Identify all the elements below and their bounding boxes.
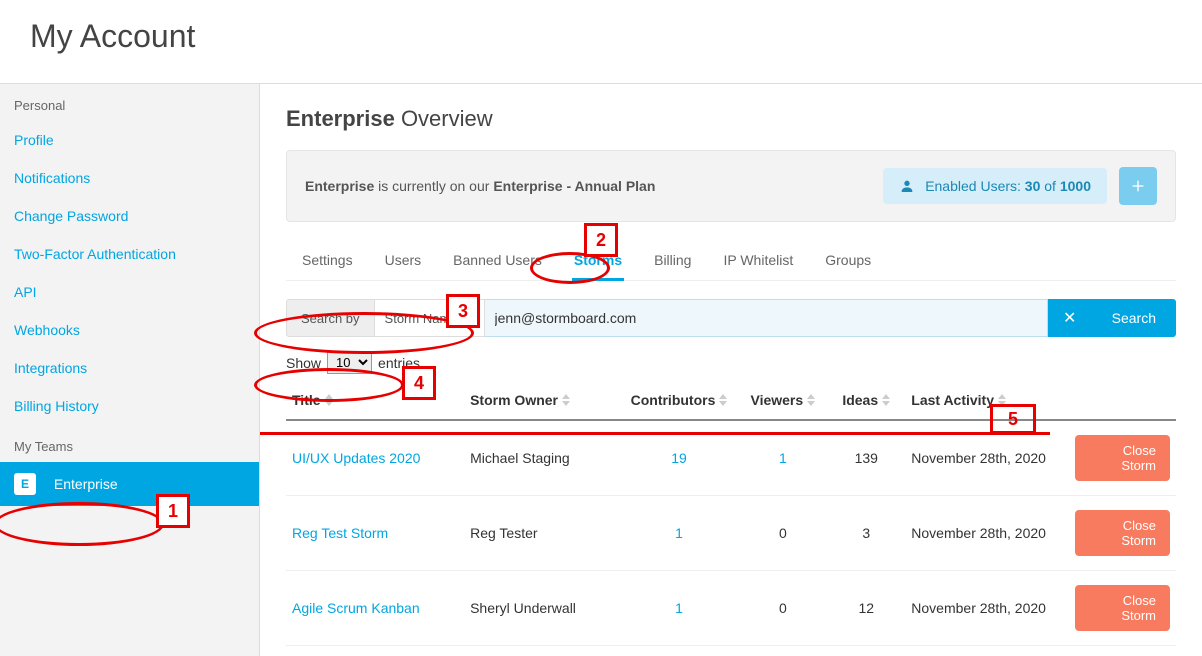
- sidebar: Personal Profile Notifications Change Pa…: [0, 84, 260, 656]
- cell-title: UI/UX Updates 2020: [286, 420, 464, 496]
- tab-ip-whitelist[interactable]: IP Whitelist: [721, 244, 795, 280]
- cell-viewers: 0: [738, 571, 827, 646]
- cell-contributors[interactable]: 1: [620, 496, 739, 571]
- cell-title: Reg Test Storm: [286, 496, 464, 571]
- annotation-ellipse-1: [0, 502, 164, 546]
- tabs: Settings Users Banned Users Storms Billi…: [286, 244, 1176, 281]
- close-storm-button[interactable]: Close Storm: [1075, 585, 1170, 631]
- cell-ideas: 3: [827, 496, 905, 571]
- tab-users[interactable]: Users: [383, 244, 424, 280]
- col-viewers[interactable]: Viewers: [738, 384, 827, 420]
- show-label-post: entries: [378, 355, 420, 371]
- team-label: Enterprise: [54, 476, 118, 492]
- enabled-of: of: [1040, 178, 1059, 194]
- chevron-down-icon: [464, 313, 474, 323]
- cell-last-activity: November 28th, 2020: [905, 420, 1069, 496]
- table-row: Agile Scrum Kanban Sheryl Underwall1012No…: [286, 571, 1176, 646]
- sidebar-item-webhooks[interactable]: Webhooks: [0, 311, 259, 349]
- show-entries-row: Show 10 entries: [286, 351, 1176, 374]
- sidebar-section-teams: My Teams: [0, 429, 259, 462]
- tab-settings[interactable]: Settings: [300, 244, 355, 280]
- cell-owner: Michael Staging: [464, 420, 619, 496]
- table-row: Reg Test Storm Reg Tester103November 28th…: [286, 496, 1176, 571]
- sidebar-item-api[interactable]: API: [0, 273, 259, 311]
- search-by-value: Storm Name: [385, 311, 458, 326]
- col-contributors[interactable]: Contributors: [620, 384, 739, 420]
- search-by-label: Search by: [286, 299, 375, 337]
- col-ideas[interactable]: Ideas: [827, 384, 905, 420]
- cell-contributors[interactable]: 19: [620, 420, 739, 496]
- overview-title-strong: Enterprise: [286, 106, 395, 131]
- storm-link[interactable]: UI/UX Updates 2020: [292, 450, 420, 466]
- enabled-users-pill[interactable]: Enabled Users: 30 of 1000: [883, 168, 1107, 204]
- close-storm-button[interactable]: Close Storm: [1075, 435, 1170, 481]
- sidebar-item-notifications[interactable]: Notifications: [0, 159, 259, 197]
- cell-ideas: 12: [827, 571, 905, 646]
- plan-mid: is currently on our: [374, 178, 493, 194]
- sidebar-item-team-enterprise[interactable]: E Enterprise: [0, 462, 259, 506]
- cell-viewers: 0: [738, 496, 827, 571]
- cell-last-activity: November 28th, 2020: [905, 571, 1069, 646]
- search-button[interactable]: Search: [1092, 299, 1176, 337]
- close-storm-button[interactable]: Close Storm: [1075, 510, 1170, 556]
- plan-name: Enterprise - Annual Plan: [493, 178, 655, 194]
- storms-table: Title Storm Owner Contributors Viewers I…: [286, 384, 1176, 646]
- page-title: My Account: [30, 18, 1172, 55]
- sidebar-item-two-factor[interactable]: Two-Factor Authentication: [0, 235, 259, 273]
- cell-ideas: 139: [827, 420, 905, 496]
- storm-link[interactable]: Agile Scrum Kanban: [292, 600, 420, 616]
- sidebar-item-profile[interactable]: Profile: [0, 121, 259, 159]
- tab-groups[interactable]: Groups: [823, 244, 873, 280]
- page-header: My Account: [0, 0, 1202, 84]
- sidebar-item-integrations[interactable]: Integrations: [0, 349, 259, 387]
- enabled-total: 1000: [1060, 178, 1091, 194]
- plus-icon: [1130, 178, 1146, 194]
- plan-bar: Enterprise is currently on our Enterpris…: [286, 150, 1176, 222]
- plan-text: Enterprise is currently on our Enterpris…: [305, 178, 655, 194]
- search-input[interactable]: [485, 299, 1048, 337]
- cell-contributors[interactable]: 1: [620, 571, 739, 646]
- main-content: Enterprise Overview Enterprise is curren…: [260, 84, 1202, 656]
- cell-title: Agile Scrum Kanban: [286, 571, 464, 646]
- user-icon: [899, 178, 915, 194]
- team-badge: E: [14, 473, 36, 495]
- tab-banned-users[interactable]: Banned Users: [451, 244, 544, 280]
- show-entries-select[interactable]: 10: [327, 351, 372, 374]
- search-by-select[interactable]: Storm Name: [375, 299, 485, 337]
- show-label-pre: Show: [286, 355, 321, 371]
- col-title[interactable]: Title: [286, 384, 464, 420]
- sidebar-item-billing-history[interactable]: Billing History: [0, 387, 259, 425]
- sidebar-section-personal: Personal: [0, 88, 259, 121]
- clear-search-button[interactable]: ✕: [1048, 299, 1092, 337]
- tab-billing[interactable]: Billing: [652, 244, 693, 280]
- col-last-activity[interactable]: Last Activity: [905, 384, 1069, 420]
- enabled-count: 30: [1025, 178, 1041, 194]
- plan-org: Enterprise: [305, 178, 374, 194]
- cell-viewers[interactable]: 1: [738, 420, 827, 496]
- sidebar-item-change-password[interactable]: Change Password: [0, 197, 259, 235]
- col-owner[interactable]: Storm Owner: [464, 384, 619, 420]
- cell-owner: Reg Tester: [464, 496, 619, 571]
- cell-owner: Sheryl Underwall: [464, 571, 619, 646]
- storm-link[interactable]: Reg Test Storm: [292, 525, 388, 541]
- search-row: Search by Storm Name ✕ Search: [286, 299, 1176, 337]
- col-actions: [1069, 384, 1176, 420]
- table-row: UI/UX Updates 2020 Michael Staging191139N…: [286, 420, 1176, 496]
- overview-title: Enterprise Overview: [286, 106, 1176, 132]
- overview-title-rest: Overview: [395, 106, 493, 131]
- add-user-button[interactable]: [1119, 167, 1157, 205]
- tab-storms[interactable]: Storms: [572, 244, 624, 280]
- cell-last-activity: November 28th, 2020: [905, 496, 1069, 571]
- enabled-label: Enabled Users:: [925, 178, 1025, 194]
